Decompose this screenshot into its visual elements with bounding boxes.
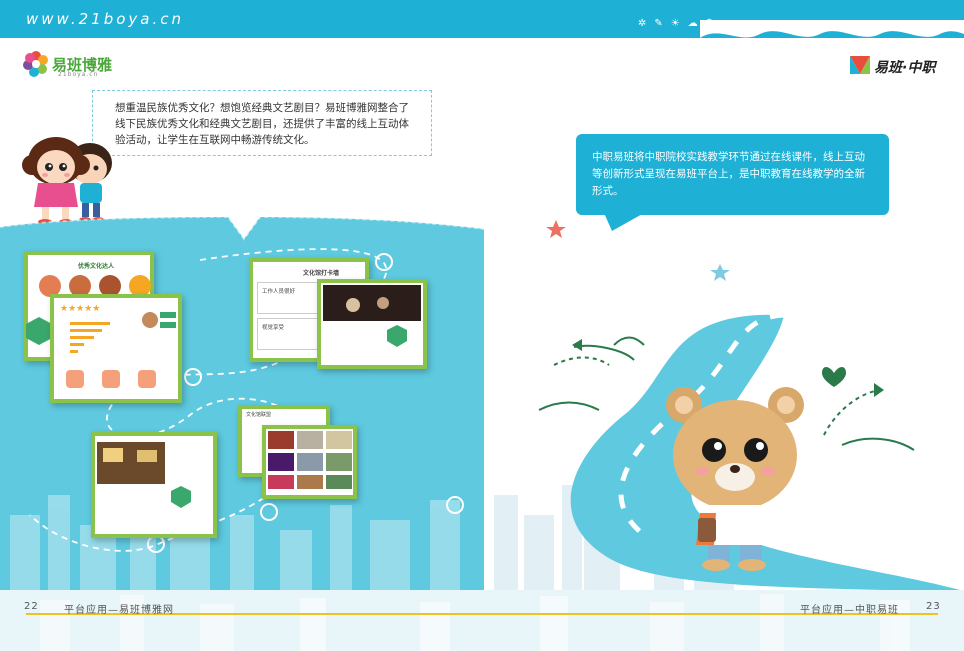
section-title-right: 平台应用—中职易班 [800, 605, 899, 616]
road-bear-illustration [494, 220, 960, 590]
screen-photo-gallery [262, 425, 357, 499]
boya-intro-box: 想重温民族优秀文化？想饱览经典文艺剧目？易班博雅网整合了线下民族优秀文化和经典文… [92, 90, 432, 156]
hexagon-badge-icon [26, 317, 52, 345]
leaf-icon: ✎ [654, 18, 671, 29]
flower-logo-icon [23, 51, 48, 77]
top-wave [700, 20, 964, 38]
boya-logo: 易班博雅 21boya.cn [22, 50, 122, 80]
yiban-logo-text: 易班·中职 [874, 60, 936, 76]
screen-rating: ★★★★★ [50, 294, 182, 403]
checkin-card-1: 工作人员很好 [257, 282, 321, 314]
section-title-left: 平台应用—易班博雅网 [64, 605, 174, 616]
mascot-thumb [142, 312, 176, 328]
zhongzhi-intro-box: 中职易班将中职院校实践教学环节通过在线课件，线上互动等创新形式呈现在易班平台上，… [576, 134, 889, 215]
screen-performance [317, 279, 427, 369]
page-number-right: 23 [926, 601, 941, 612]
hexagon-badge-icon [171, 486, 191, 508]
screen-checkin-title: 文化馆打卡墙 [303, 270, 340, 277]
zhongzhi-intro-text: 中职易班将中职院校实践教学环节通过在线课件，线上互动等创新形式呈现在易班平台上，… [592, 151, 865, 197]
footer-band [0, 590, 964, 651]
cartoon-kids-illustration [22, 137, 112, 225]
checkin-card-2: 视觉享受 [257, 318, 321, 350]
stage-photo [323, 285, 421, 321]
yiban-logo-icon [850, 56, 870, 74]
checkin-card-2-text: 视觉享受 [262, 325, 285, 331]
page-number-left: 22 [24, 601, 39, 612]
screen-museum-title: 文化馆联盟 [246, 412, 272, 418]
yiban-zhongzhi-logo: 易班·中职 [848, 54, 948, 78]
gallery-thumbs [268, 431, 352, 489]
venue-photo [97, 442, 165, 484]
boya-logo-sub: 21boya.cn [58, 71, 99, 78]
sun-icon: ☀ [670, 18, 688, 29]
checkin-card-1-text: 工作人员很好 [262, 289, 296, 295]
footer-city [0, 590, 964, 651]
screen-achievers-title: 优秀文化达人 [78, 263, 115, 270]
activity-icons [66, 370, 156, 388]
star-rating-icon: ★★★★★ [60, 304, 101, 314]
gear-icon: ✲ [638, 18, 655, 29]
screen-venue-detail [91, 432, 217, 538]
rating-bars [70, 322, 110, 353]
hexagon-badge-icon [387, 325, 407, 347]
site-url: www.21boya.cn [26, 10, 184, 28]
boya-intro-text: 想重温民族优秀文化？想饱览经典文艺剧目？易班博雅网整合了线下民族优秀文化和经典文… [115, 102, 409, 146]
